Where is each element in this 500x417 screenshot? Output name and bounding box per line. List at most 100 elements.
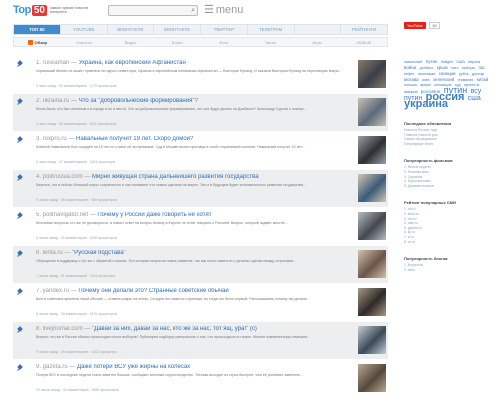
tag-link[interactable]: байден	[441, 60, 453, 64]
subtab-photo[interactable]: Фото	[201, 40, 248, 45]
news-title[interactable]: 5. politnavigator.net — Почему у России …	[36, 212, 356, 218]
subtab-blogs[interactable]: Блоги	[154, 40, 201, 45]
news-title[interactable]: 2. ukraina.ru — Что за "добровольческие …	[36, 98, 356, 104]
news-meta: 3 часа назад · 65 комментариев · 3011 пр…	[36, 122, 117, 126]
subtab-news[interactable]: Новости	[61, 40, 108, 45]
tag-link[interactable]: навальный	[404, 60, 422, 64]
logo[interactable]: Top 50 самые горячие новости интернета	[13, 4, 90, 16]
news-thumbnail[interactable]	[358, 136, 386, 164]
tag-link[interactable]: сша	[468, 95, 481, 102]
tab-blank[interactable]	[295, 25, 342, 34]
tag-link[interactable]: москва	[404, 77, 419, 82]
tag-link[interactable]: украина	[404, 98, 448, 110]
news-source: 6. lenta.ru —	[36, 250, 71, 256]
news-source: 9. gazeta.ru —	[36, 364, 76, 370]
tag-link[interactable]: рубль	[459, 72, 469, 76]
subtab-any[interactable]: ЛЮБЫЕ	[340, 40, 387, 45]
tag-link[interactable]: нато	[451, 66, 459, 70]
tab-vkontakte-2[interactable]: ВКОНТАКТЕ	[154, 25, 201, 34]
tag-link[interactable]: путин	[426, 59, 438, 64]
tag-link[interactable]: доллар	[472, 72, 484, 76]
news-item[interactable]: 3. roxpro.ru — Навальный получит 19 лет.…	[13, 132, 388, 169]
news-title[interactable]: 9. gazeta.ru — Даже потери ВСУ уже жирны…	[36, 364, 356, 370]
tag-link[interactable]: армия	[420, 83, 430, 87]
tag-link[interactable]: сша	[456, 59, 464, 64]
sidebar-block: Популярность блогов 1. livejournal 2. dzen	[404, 256, 496, 272]
news-thumbnail[interactable]	[358, 98, 386, 126]
tag-link[interactable]: донбасс	[420, 66, 434, 70]
tag-link[interactable]: вакцина	[404, 90, 418, 94]
news-item[interactable]: 9. gazeta.ru — Даже потери ВСУ уже жирны…	[13, 360, 388, 397]
tag-link[interactable]: выборы	[462, 66, 475, 70]
subtab-video[interactable]: Видео	[107, 40, 154, 45]
news-item[interactable]: 6. lenta.ru — "Русская подстава" Обращени…	[13, 246, 388, 283]
news-title[interactable]: 6. lenta.ru — "Русская подстава"	[36, 250, 356, 256]
menu-label: menu	[215, 3, 244, 16]
tag-link[interactable]: нефть	[404, 72, 414, 76]
news-title-link[interactable]: "Русская подстава"	[72, 250, 126, 256]
news-title-link[interactable]: Навальный получит 19 лет. Скоро домой?	[76, 136, 193, 142]
tag-link[interactable]: европа	[468, 60, 480, 64]
news-title-link[interactable]: Мирно живущая страна дальнейшего развити…	[92, 174, 259, 180]
search-input[interactable]: ⌕	[108, 5, 198, 16]
logo-number: 50	[31, 4, 47, 16]
search-icon[interactable]: ⌕	[191, 7, 195, 15]
sidebar-block-title: Популярность блогов	[404, 256, 448, 262]
tab-twitter[interactable]: ТВИТТЕР	[201, 25, 248, 34]
news-item[interactable]: 7. yandex.ru — Почему они делали это? Ст…	[13, 284, 388, 321]
news-title[interactable]: 8. livejournal.com — "Давай за них, дава…	[36, 326, 356, 332]
menu-button[interactable]: ☰ menu	[204, 3, 244, 17]
tag-link[interactable]: польша	[404, 83, 417, 87]
news-title-link[interactable]: "Давай за них, давай за нас, кто же за н…	[92, 326, 257, 332]
tab-youtube[interactable]: YOUTUBE	[61, 25, 108, 34]
tag-link[interactable]: зеленский	[433, 77, 454, 82]
news-item[interactable]: 4. politrussia.com — Мирно живущая стран…	[13, 170, 388, 207]
news-title-link[interactable]: Почему они делали это? Странные советски…	[78, 288, 228, 294]
news-title[interactable]: 4. politrussia.com — Мирно живущая стран…	[36, 174, 356, 180]
news-item[interactable]: 2. ukraina.ru — Что за "добровольческие …	[13, 94, 388, 131]
news-thumbnail[interactable]	[358, 60, 386, 88]
sidebar-block-title: Последние обновления	[404, 121, 452, 126]
news-title-link[interactable]: Что за "добровольческие формирования"?	[79, 98, 198, 104]
pin-icon	[17, 251, 23, 257]
tab-top50[interactable]: ТОП 50	[14, 25, 61, 34]
sidebar-link[interactable]: 2. dzen	[404, 268, 496, 273]
news-title[interactable]: 1. ruseaman — Украина, как европейский А…	[36, 60, 356, 66]
news-title-link[interactable]: Украина, как европейский Афганистан	[79, 60, 186, 66]
subtab-overview[interactable]: Обзор	[14, 39, 61, 45]
news-thumbnail[interactable]	[358, 326, 386, 354]
news-thumbnail[interactable]	[358, 212, 386, 240]
youtube-button[interactable]: YouTube	[404, 22, 426, 29]
news-thumbnail[interactable]	[358, 364, 386, 392]
news-item[interactable]: 8. livejournal.com — "Давай за них, дава…	[13, 322, 388, 359]
tab-vkontakte[interactable]: ВКОНТАКТЕ	[108, 25, 155, 34]
sidebar-link[interactable]: 5. Документальное	[404, 184, 496, 189]
tag-link[interactable]: крым	[437, 65, 448, 70]
news-meta: 2 часа назад · 50 комментариев · 1175 пр…	[36, 84, 117, 88]
news-thumbnail[interactable]	[358, 174, 386, 202]
news-thumbnail[interactable]	[358, 250, 386, 278]
sidebar-link[interactable]: 8. vz.ru	[404, 240, 496, 245]
news-title[interactable]: 3. roxpro.ru — Навальный получит 19 лет.…	[36, 136, 356, 142]
news-thumbnail[interactable]	[358, 288, 386, 316]
news-meta: 7 часов назад · 51 комментарий · 2104 пр…	[36, 274, 115, 278]
news-title[interactable]: 7. yandex.ru — Почему они делали это? Ст…	[36, 288, 356, 294]
youtube-subscribe[interactable]: YouTube 1K	[404, 22, 496, 29]
tag-link[interactable]: санкции	[439, 71, 456, 76]
tab-ratings[interactable]: РЕЙТИНГИ	[341, 25, 387, 34]
tag-link[interactable]: газ	[478, 65, 484, 70]
tag-link[interactable]: германия	[458, 78, 474, 82]
news-item[interactable]: 5. politnavigator.net — Почему у России …	[13, 208, 388, 245]
news-item[interactable]: 1. ruseaman — Украина, как европейский А…	[13, 56, 388, 93]
tag-link[interactable]: киев	[422, 78, 430, 82]
news-title-link[interactable]: Почему у России даже говорить не хотят	[97, 212, 211, 218]
tab-telegram[interactable]: ТЕЛЕГРАМ	[248, 25, 295, 34]
subtab-games[interactable]: Игры	[294, 40, 341, 45]
tag-link[interactable]: экономика	[418, 72, 436, 76]
tag-link[interactable]: война	[404, 65, 416, 70]
sidebar-link[interactable]: Популярные блоги	[404, 142, 496, 147]
subtab-tweets[interactable]: Твиты	[247, 40, 294, 45]
tag-link[interactable]: всу	[471, 88, 482, 95]
news-title-link[interactable]: Даже потери ВСУ уже жирны на колесах	[77, 364, 190, 370]
tag-link[interactable]: китай	[477, 77, 489, 82]
